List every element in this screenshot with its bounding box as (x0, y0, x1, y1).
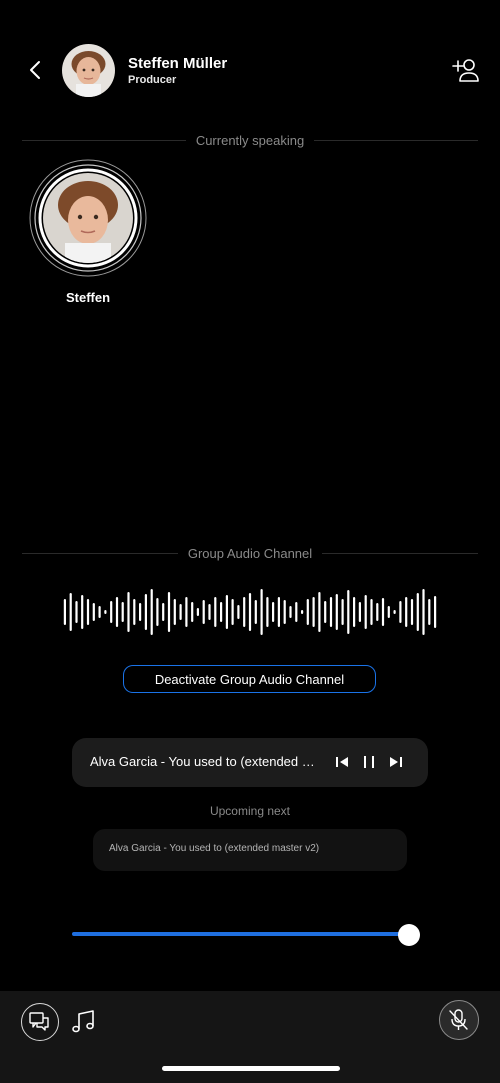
chat-button[interactable] (21, 1003, 59, 1041)
section-label: Currently speaking (195, 132, 305, 148)
waveform-bar (75, 601, 78, 623)
group-audio-divider: Group Audio Channel (22, 543, 478, 563)
waveform-bar (416, 593, 419, 631)
speaker-name: Steffen (65, 290, 111, 305)
waveform-bar (399, 601, 402, 623)
waveform-bar (434, 596, 437, 628)
user-role: Producer (128, 74, 177, 86)
waveform-bar (364, 595, 367, 629)
skip-back-icon[interactable] (332, 752, 352, 772)
waveform-bar (324, 601, 327, 623)
waveform-bar (393, 610, 396, 614)
volume-slider-track[interactable] (72, 932, 409, 936)
waveform-bar (98, 606, 101, 618)
waveform-bar (358, 602, 361, 622)
waveform-bar (272, 602, 275, 622)
pause-icon[interactable] (359, 752, 379, 772)
avatar-photo (62, 44, 115, 97)
waveform-bar (133, 599, 136, 625)
waveform-bar (410, 599, 414, 625)
waveform-bar (428, 599, 431, 625)
waveform-bar (185, 597, 188, 627)
waveform-bar (370, 599, 373, 625)
waveform-bar (231, 599, 234, 625)
waveform-bar (277, 597, 280, 627)
upcoming-label: Upcoming next (209, 804, 291, 818)
waveform-bar (289, 606, 292, 618)
waveform-bar (301, 610, 304, 614)
waveform-bar (196, 608, 199, 616)
waveform-bar (260, 589, 263, 635)
waveform-bar (191, 602, 194, 622)
chat-icon (29, 1012, 49, 1031)
waveform-bar (347, 590, 350, 634)
waveform-bar (405, 597, 408, 627)
add-user-icon[interactable] (450, 56, 480, 86)
waveform-bar (237, 605, 240, 619)
waveform-bar (312, 597, 315, 627)
deactivate-audio-channel-button[interactable]: Deactivate Group Audio Channel (123, 665, 376, 693)
waveform-bar (63, 599, 66, 625)
waveform-bar (353, 597, 356, 627)
waveform-bar (387, 606, 390, 618)
waveform-bar (376, 603, 379, 621)
upcoming-title: Alva Garcia - You used to (extended mast… (109, 843, 320, 854)
back-chevron-icon[interactable] (22, 56, 50, 84)
waveform-bar (115, 597, 119, 627)
waveform-bar (225, 595, 228, 629)
waveform-bar (214, 597, 217, 627)
waveform-bar (150, 589, 153, 635)
upcoming-track[interactable]: Alva Garcia - You used to (extended mast… (93, 829, 407, 871)
waveform-bar (318, 592, 321, 632)
waveform-bar (295, 602, 298, 622)
waveform-bar (104, 610, 107, 614)
speaker-avatar[interactable] (43, 173, 133, 263)
waveform-bar (220, 602, 223, 622)
waveform-bar (81, 595, 84, 629)
waveform-bar (179, 604, 182, 620)
waveform-bar (306, 599, 309, 625)
waveform-bar (173, 599, 176, 625)
waveform-bar (422, 589, 425, 635)
waveform-bar (381, 598, 385, 626)
waveform-bar (329, 597, 333, 627)
waveform-bar (341, 599, 344, 625)
audio-waveform (63, 589, 437, 635)
section-label: Group Audio Channel (187, 545, 313, 561)
now-playing-title: Alva Garcia - You used to (extended mast… (90, 754, 316, 769)
waveform-bar (243, 597, 246, 627)
waveform-bar (283, 600, 286, 624)
now-playing-bar: Alva Garcia - You used to (extended mast… (72, 738, 428, 787)
waveform-bar (335, 594, 338, 630)
waveform-bar (69, 593, 72, 631)
waveform-bar (266, 597, 269, 627)
waveform-bar (92, 603, 95, 621)
volume-slider-handle[interactable] (397, 924, 420, 946)
waveform-bar (254, 600, 257, 624)
speaker-photo (43, 173, 133, 263)
skip-forward-icon[interactable] (386, 752, 406, 772)
waveform-bar (121, 602, 124, 622)
waveform-bar (167, 592, 171, 632)
waveform-bar (144, 594, 147, 630)
waveform-bar (162, 603, 165, 621)
waveform-bar (110, 601, 113, 623)
avatar[interactable] (62, 44, 115, 97)
user-name: Steffen Müller (128, 55, 228, 72)
waveform-bar (86, 599, 90, 625)
waveform-bar (202, 600, 205, 624)
mic-muted-icon (449, 1009, 468, 1030)
waveform-bar (139, 603, 142, 621)
mic-mute-button[interactable] (439, 1000, 479, 1040)
waveform-bar (208, 604, 211, 620)
currently-speaking-divider: Currently speaking (22, 130, 479, 150)
music-note-icon[interactable] (70, 1008, 98, 1036)
waveform-bar (127, 592, 130, 632)
home-indicator (162, 1066, 340, 1071)
waveform-bar (248, 593, 252, 631)
waveform-bar (156, 598, 159, 626)
